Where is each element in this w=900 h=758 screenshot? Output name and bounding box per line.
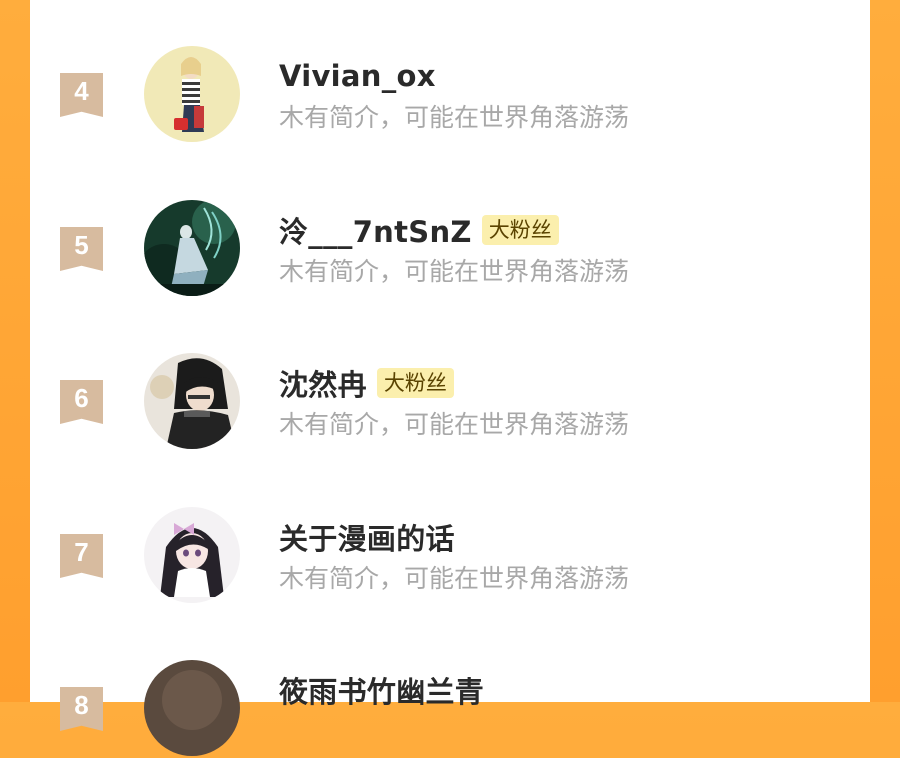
name-line: 关于漫画的话: [279, 517, 455, 557]
fan-ranking-panel: 4 Vivian_ox 木有简介，可能在世界角落游荡 5 泠___7ntSnZ …: [30, 0, 870, 756]
rank-number: 8: [74, 690, 89, 720]
user-name[interactable]: 沈然冉: [279, 362, 367, 404]
user-name[interactable]: 泠___7ntSnZ: [279, 209, 472, 251]
fan-list-item[interactable]: 6 沈然冉 大粉丝 木有简介，可能在世界角落游荡: [30, 351, 870, 451]
super-fan-badge: 大粉丝: [481, 215, 559, 245]
super-fan-badge: 大粉丝: [376, 368, 454, 398]
avatar[interactable]: [144, 353, 240, 449]
fan-list-item[interactable]: 5 泠___7ntSnZ 大粉丝 木有简介，可能在世界角落游荡: [30, 198, 870, 298]
rank-number: 7: [74, 537, 89, 567]
avatar[interactable]: [144, 200, 240, 296]
name-line: Vivian_ox: [279, 56, 436, 96]
name-line: 泠___7ntSnZ 大粉丝: [279, 210, 559, 250]
fan-list-item[interactable]: 4 Vivian_ox 木有简介，可能在世界角落游荡: [30, 44, 870, 144]
avatar[interactable]: [144, 507, 240, 603]
rank-flag-icon: 8: [60, 687, 103, 731]
name-line: 筱雨书竹幽兰青: [279, 670, 484, 710]
rank-flag-icon: 6: [60, 380, 103, 424]
user-name[interactable]: 筱雨书竹幽兰青: [279, 669, 484, 711]
user-bio: 木有简介，可能在世界角落游荡: [279, 564, 630, 593]
rank-flag-icon: 7: [60, 534, 103, 578]
user-bio: 木有简介，可能在世界角落游荡: [279, 103, 630, 132]
avatar-girl-striped-shirt-icon: [144, 46, 240, 142]
rank-flag-icon: 4: [60, 73, 103, 117]
rank-flag-icon: 5: [60, 227, 103, 271]
avatar-dark-haired-man-icon: [144, 353, 240, 449]
avatar-dark-forest-figure-icon: [144, 200, 240, 296]
name-line: 沈然冉 大粉丝: [279, 363, 454, 403]
rank-number: 5: [74, 230, 89, 260]
user-name[interactable]: 关于漫画的话: [279, 516, 455, 558]
rank-number: 4: [74, 76, 89, 106]
avatar-anime-girl-bow-icon: [144, 507, 240, 603]
rank-number: 6: [74, 383, 89, 413]
fan-list-item[interactable]: 8 筱雨书竹幽兰青: [30, 658, 870, 758]
user-bio: 木有简介，可能在世界角落游荡: [279, 410, 630, 439]
avatar-brown-circle-icon: [144, 660, 240, 756]
fan-list-item[interactable]: 7 关于漫画的话 木有简介，可能在世界角落游荡: [30, 505, 870, 605]
user-name[interactable]: Vivian_ox: [279, 59, 436, 93]
user-bio: 木有简介，可能在世界角落游荡: [279, 257, 630, 286]
avatar[interactable]: [144, 46, 240, 142]
avatar[interactable]: [144, 660, 240, 756]
